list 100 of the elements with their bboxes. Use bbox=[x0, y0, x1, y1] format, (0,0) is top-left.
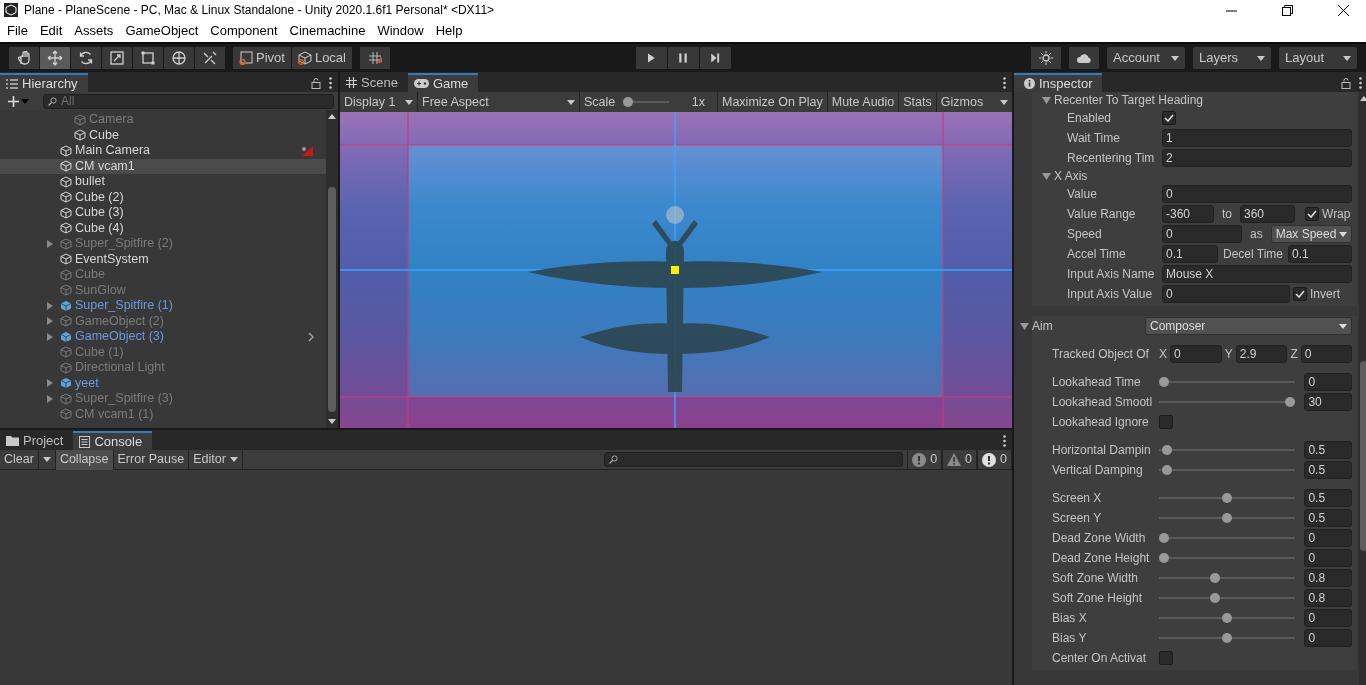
local-button[interactable]: Local bbox=[291, 47, 352, 69]
tree-item[interactable]: Cube (2) bbox=[0, 189, 326, 205]
tree-item[interactable]: GameObject (3) bbox=[0, 329, 326, 345]
view-tab[interactable]: Game bbox=[407, 73, 479, 92]
input-field[interactable]: 0 bbox=[1304, 373, 1353, 391]
slider-track[interactable] bbox=[1159, 513, 1296, 523]
input-field[interactable]: 0.5 bbox=[1304, 461, 1353, 479]
editor-dropdown[interactable]: Editor bbox=[189, 449, 243, 470]
slider-thumb[interactable] bbox=[1222, 633, 1233, 643]
slider-thumb[interactable] bbox=[1159, 553, 1169, 563]
grid-snap-button[interactable] bbox=[360, 47, 390, 69]
menu-item[interactable]: Assets bbox=[68, 21, 120, 41]
tree-item[interactable]: Cube (3) bbox=[0, 205, 326, 221]
input-field[interactable]: 0 bbox=[1304, 629, 1353, 647]
tool-button[interactable] bbox=[195, 47, 225, 69]
collab-button[interactable] bbox=[1031, 47, 1061, 69]
cloud-button[interactable] bbox=[1069, 47, 1099, 69]
aim-mode-dropdown[interactable]: Composer bbox=[1145, 317, 1353, 335]
search-field[interactable] bbox=[604, 452, 904, 467]
play-button[interactable] bbox=[635, 47, 667, 69]
input-field[interactable]: 0 bbox=[1162, 185, 1353, 203]
inspector-tab[interactable]: Inspector bbox=[1014, 73, 1103, 92]
menu-item[interactable]: Edit bbox=[33, 21, 69, 41]
slider-track[interactable] bbox=[1159, 553, 1296, 563]
gizmos-button[interactable]: Gizmos bbox=[936, 92, 1012, 112]
tree-item[interactable]: Cube bbox=[0, 127, 326, 143]
layers-dropdown[interactable]: Layers bbox=[1193, 47, 1271, 69]
panel-tab[interactable]: Console bbox=[73, 431, 153, 450]
input-field[interactable]: 0 bbox=[1304, 609, 1353, 627]
slider-thumb[interactable] bbox=[1285, 397, 1296, 407]
log-count-toggle[interactable]: 0 bbox=[977, 449, 1012, 470]
slider-track[interactable] bbox=[1159, 573, 1296, 583]
tree-item[interactable]: EventSystem bbox=[0, 251, 326, 267]
slider-thumb[interactable] bbox=[1162, 465, 1173, 475]
tree-item[interactable]: CM vcam1 bbox=[0, 158, 326, 174]
slider-thumb[interactable] bbox=[1222, 493, 1233, 503]
tree-item[interactable]: yeet bbox=[0, 375, 326, 391]
clear-button[interactable]: Clear bbox=[0, 449, 39, 470]
menu-item[interactable]: Component bbox=[204, 21, 284, 41]
input-field[interactable]: 0.1 bbox=[1288, 245, 1353, 263]
slider-track[interactable] bbox=[1159, 445, 1296, 455]
log-count-toggle[interactable]: 0 bbox=[942, 449, 978, 470]
layout-dropdown[interactable]: Layout bbox=[1279, 47, 1357, 69]
input-field[interactable]: 2 bbox=[1162, 149, 1353, 167]
checkbox[interactable] bbox=[1162, 111, 1176, 125]
slider-track[interactable] bbox=[1159, 593, 1296, 603]
tool-button[interactable] bbox=[133, 47, 163, 69]
search-field[interactable]: All bbox=[43, 93, 334, 109]
tree-item[interactable]: Main Camera bbox=[0, 143, 326, 159]
input-field[interactable]: -360 bbox=[1162, 205, 1214, 223]
tool-button[interactable] bbox=[164, 47, 194, 69]
input-field[interactable]: 0 bbox=[1304, 529, 1353, 547]
slider-thumb[interactable] bbox=[1222, 613, 1233, 623]
input-field[interactable]: 30 bbox=[1304, 393, 1353, 411]
hierarchy-tab[interactable]: Hierarchy bbox=[0, 73, 88, 92]
input-field[interactable]: 0 bbox=[1170, 345, 1222, 363]
slider-track[interactable] bbox=[1159, 493, 1296, 503]
foldout-label[interactable]: Aim bbox=[1032, 317, 1142, 335]
input-field[interactable]: 0.5 bbox=[1304, 489, 1353, 507]
menu-item[interactable]: Help bbox=[429, 21, 469, 41]
menu-item[interactable]: GameObject bbox=[119, 21, 205, 41]
foldout-label[interactable]: X Axis bbox=[1054, 167, 1088, 185]
slider-track[interactable] bbox=[1159, 613, 1296, 623]
input-field[interactable]: 2.9 bbox=[1235, 345, 1288, 363]
input-field[interactable]: 0 bbox=[1162, 285, 1290, 303]
tool-button[interactable] bbox=[40, 47, 70, 69]
input-field[interactable]: 1 bbox=[1162, 129, 1353, 147]
checkbox[interactable] bbox=[1293, 287, 1307, 301]
checkbox[interactable] bbox=[1159, 651, 1173, 665]
log-count-toggle[interactable]: 0 bbox=[907, 449, 943, 470]
slider-thumb[interactable] bbox=[1209, 573, 1220, 583]
foldout-label[interactable]: Recenter To Target Heading bbox=[1054, 92, 1203, 109]
input-field[interactable]: Mouse X bbox=[1162, 265, 1353, 283]
input-field[interactable]: 0.5 bbox=[1304, 441, 1353, 459]
pause-button[interactable] bbox=[667, 47, 699, 69]
slider-thumb[interactable] bbox=[623, 97, 634, 107]
input-field[interactable]: 0.8 bbox=[1304, 569, 1353, 587]
tree-item[interactable]: Cube (4) bbox=[0, 220, 326, 236]
slider-thumb[interactable] bbox=[1222, 513, 1233, 523]
tool-button[interactable] bbox=[9, 47, 39, 69]
menu-item[interactable]: Cinemachine bbox=[283, 21, 372, 41]
slider-track[interactable] bbox=[1159, 633, 1296, 643]
tree-item[interactable]: Super_Spitfire (1) bbox=[0, 298, 326, 314]
tree-item[interactable]: bullet bbox=[0, 174, 326, 190]
checkbox[interactable] bbox=[1305, 207, 1319, 221]
slider-thumb[interactable] bbox=[1159, 377, 1169, 387]
slider-track[interactable] bbox=[1159, 465, 1296, 475]
menu-item[interactable]: File bbox=[1, 21, 34, 41]
menu-item[interactable]: Window bbox=[371, 21, 430, 41]
scrollbar-thumb[interactable] bbox=[328, 186, 336, 412]
checkbox[interactable] bbox=[1159, 415, 1173, 429]
tool-button[interactable] bbox=[71, 47, 101, 69]
step-button[interactable] bbox=[699, 47, 731, 69]
slider-thumb[interactable] bbox=[1162, 445, 1173, 455]
mode-dropdown[interactable]: Max Speed bbox=[1270, 225, 1353, 243]
slider-track[interactable] bbox=[1159, 397, 1296, 407]
input-field[interactable]: 0 bbox=[1300, 345, 1353, 363]
input-field[interactable]: 0 bbox=[1162, 225, 1242, 243]
input-field[interactable]: 0.8 bbox=[1304, 589, 1353, 607]
scrollbar-thumb[interactable] bbox=[1359, 361, 1366, 551]
